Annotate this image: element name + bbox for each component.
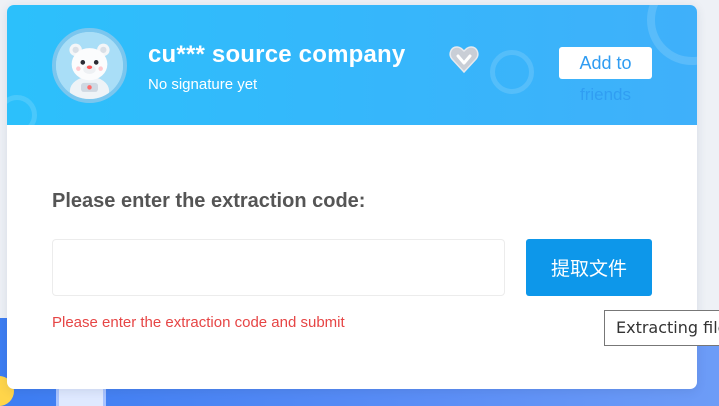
header-decoration-ring [490, 50, 534, 94]
bear-avatar-icon [56, 32, 123, 99]
add-friend-button[interactable]: Add to friends [559, 47, 652, 104]
avatar[interactable] [52, 28, 127, 103]
profile-header: cu*** source company No signature yet Ad… [7, 5, 697, 125]
add-friend-label-overflow: friends [579, 85, 632, 104]
extraction-code-label: Please enter the extraction code: [52, 190, 366, 212]
extraction-code-input[interactable] [52, 239, 505, 296]
extraction-dialog: cu*** source company No signature yet Ad… [7, 5, 697, 389]
vip-heart-icon [449, 46, 479, 74]
validation-error: Please enter the extraction code and sub… [52, 314, 345, 331]
tooltip: Extracting file [604, 310, 719, 346]
signature-text: No signature yet [148, 76, 258, 93]
extract-file-button[interactable]: 提取文件 [526, 239, 652, 296]
header-decoration-ring [7, 95, 37, 125]
company-name: cu*** source company [148, 41, 406, 68]
add-friend-label: Add to [579, 52, 632, 73]
header-decoration-ring [647, 5, 697, 65]
